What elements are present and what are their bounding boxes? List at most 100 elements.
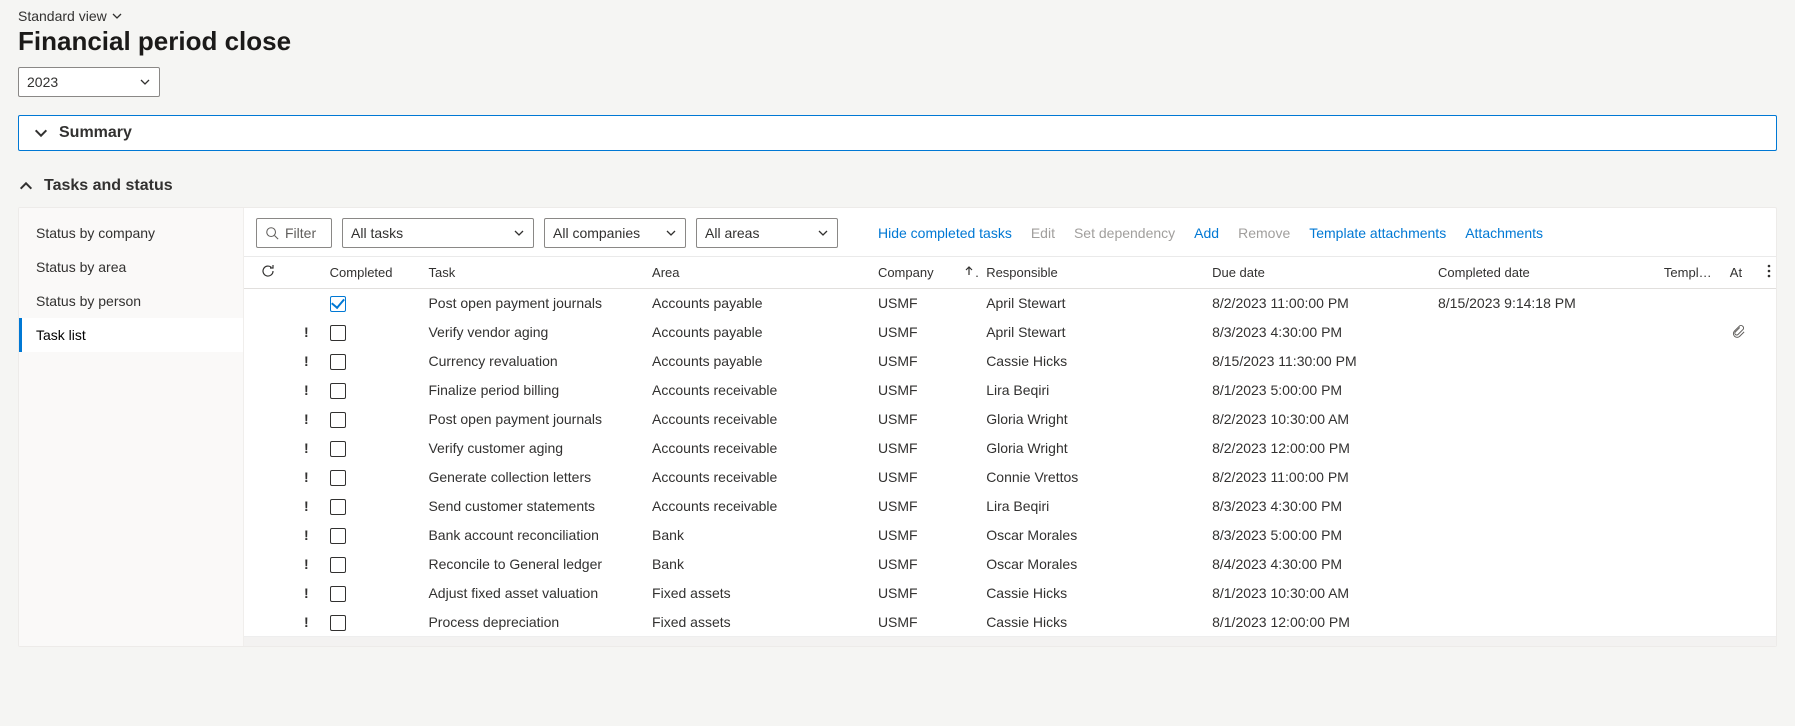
col-task[interactable]: Task (420, 257, 644, 289)
view-selector[interactable]: Standard view (18, 8, 1777, 24)
col-completed[interactable]: Completed (322, 257, 421, 289)
chevron-down-icon (817, 227, 829, 239)
template-attachments-action[interactable]: Template attachments (1307, 221, 1448, 245)
tasks-sidebar: Status by company Status by area Status … (19, 208, 244, 646)
cell-responsible: April Stewart (978, 318, 1204, 347)
search-icon (265, 226, 279, 240)
col-completed-date[interactable]: Completed date (1430, 257, 1656, 289)
attachments-action[interactable]: Attachments (1463, 221, 1545, 245)
cell-area: Accounts receivable (644, 463, 870, 492)
filter-input[interactable]: Filter (256, 218, 332, 248)
completed-checkbox[interactable] (330, 441, 346, 457)
col-company[interactable]: Company (870, 257, 955, 289)
cell-completed-date: 8/15/2023 9:14:18 PM (1430, 289, 1656, 318)
tasks-grid: Completed Task Area Company Responsible … (244, 257, 1776, 636)
table-row[interactable]: !Finalize period billingAccounts receiva… (244, 376, 1776, 405)
toolbar-actions: Hide completed tasks Edit Set dependency… (876, 221, 1545, 245)
table-row[interactable]: !Process depreciationFixed assetsUSMFCas… (244, 608, 1776, 637)
period-select-value: 2023 (27, 74, 58, 90)
table-row[interactable]: !Bank account reconciliationBankUSMFOsca… (244, 521, 1776, 550)
grid-container: Completed Task Area Company Responsible … (244, 256, 1776, 636)
cell-responsible: April Stewart (978, 289, 1204, 318)
completed-checkbox[interactable] (330, 412, 346, 428)
refresh-icon[interactable] (260, 263, 276, 279)
cell-due-date: 8/2/2023 12:00:00 PM (1204, 434, 1430, 463)
cell-task: Post open payment journals (420, 405, 644, 434)
completed-checkbox[interactable] (330, 354, 346, 370)
tasks-fasttab[interactable]: Tasks and status (18, 169, 1777, 203)
grid-scroll[interactable]: Completed Task Area Company Responsible … (244, 257, 1776, 636)
col-due-date[interactable]: Due date (1204, 257, 1430, 289)
sidebar-item-status-company[interactable]: Status by company (19, 216, 243, 250)
more-icon[interactable] (1763, 263, 1775, 279)
sidebar-item-label: Status by area (36, 259, 126, 275)
horizontal-scrollbar[interactable] (244, 636, 1776, 646)
table-row[interactable]: !Send customer statementsAccounts receiv… (244, 492, 1776, 521)
completed-checkbox[interactable] (330, 470, 346, 486)
completed-checkbox[interactable] (330, 325, 346, 341)
cell-task: Adjust fixed asset valuation (420, 579, 644, 608)
dd-tasks-filter[interactable]: All tasks (342, 218, 534, 248)
sidebar-item-label: Status by person (36, 293, 141, 309)
table-row[interactable]: !Adjust fixed asset valuationFixed asset… (244, 579, 1776, 608)
period-select[interactable]: 2023 (18, 67, 160, 97)
dd-areas-filter[interactable]: All areas (696, 218, 838, 248)
cell-company: USMF (870, 579, 955, 608)
dd-companies-filter[interactable]: All companies (544, 218, 686, 248)
set-dependency-action: Set dependency (1072, 221, 1177, 245)
sidebar-item-task-list[interactable]: Task list (19, 318, 243, 352)
cell-company: USMF (870, 492, 955, 521)
cell-completed-date (1430, 318, 1656, 347)
dd-companies-value: All companies (553, 225, 640, 241)
table-row[interactable]: !Generate collection lettersAccounts rec… (244, 463, 1776, 492)
cell-area: Accounts receivable (644, 434, 870, 463)
cell-due-date: 8/2/2023 11:00:00 PM (1204, 463, 1430, 492)
alert-icon: ! (304, 498, 309, 514)
cell-task: Bank account reconciliation (420, 521, 644, 550)
cell-company: USMF (870, 550, 955, 579)
sidebar-item-status-person[interactable]: Status by person (19, 284, 243, 318)
cell-responsible: Cassie Hicks (978, 347, 1204, 376)
table-row[interactable]: Post open payment journalsAccounts payab… (244, 289, 1776, 318)
cell-due-date: 8/1/2023 12:00:00 PM (1204, 608, 1430, 637)
table-row[interactable]: !Verify customer agingAccounts receivabl… (244, 434, 1776, 463)
col-at[interactable]: At (1722, 257, 1755, 289)
cell-due-date: 8/3/2023 4:30:00 PM (1204, 492, 1430, 521)
completed-checkbox[interactable] (330, 615, 346, 631)
summary-fasttab[interactable]: Summary (18, 115, 1777, 151)
chevron-up-icon (18, 178, 34, 194)
chevron-down-icon (33, 125, 49, 141)
completed-checkbox[interactable] (330, 528, 346, 544)
cell-task: Finalize period billing (420, 376, 644, 405)
table-row[interactable]: !Verify vendor agingAccounts payableUSMF… (244, 318, 1776, 347)
cell-area: Bank (644, 521, 870, 550)
completed-checkbox[interactable] (330, 586, 346, 602)
cell-company: USMF (870, 463, 955, 492)
table-row[interactable]: !Post open payment journalsAccounts rece… (244, 405, 1776, 434)
cell-company: USMF (870, 434, 955, 463)
cell-task: Currency revaluation (420, 347, 644, 376)
col-area[interactable]: Area (644, 257, 870, 289)
completed-checkbox[interactable] (330, 557, 346, 573)
view-label: Standard view (18, 8, 107, 24)
col-responsible[interactable]: Responsible (978, 257, 1204, 289)
cell-due-date: 8/2/2023 10:30:00 AM (1204, 405, 1430, 434)
cell-task: Post open payment journals (420, 289, 644, 318)
cell-completed-date (1430, 434, 1656, 463)
table-row[interactable]: !Currency revaluationAccounts payableUSM… (244, 347, 1776, 376)
col-template[interactable]: Templat… (1656, 257, 1722, 289)
cell-area: Accounts receivable (644, 405, 870, 434)
alert-icon: ! (304, 324, 309, 340)
hide-completed-action[interactable]: Hide completed tasks (876, 221, 1014, 245)
completed-checkbox[interactable] (330, 383, 346, 399)
cell-completed-date (1430, 347, 1656, 376)
sort-arrow-up-icon[interactable] (963, 265, 975, 277)
completed-checkbox[interactable] (330, 499, 346, 515)
cell-area: Accounts payable (644, 318, 870, 347)
sidebar-item-status-area[interactable]: Status by area (19, 250, 243, 284)
cell-company: USMF (870, 608, 955, 637)
sidebar-item-label: Task list (36, 327, 86, 343)
add-action[interactable]: Add (1192, 221, 1221, 245)
table-row[interactable]: !Reconcile to General ledgerBankUSMFOsca… (244, 550, 1776, 579)
completed-checkbox[interactable] (330, 296, 346, 312)
